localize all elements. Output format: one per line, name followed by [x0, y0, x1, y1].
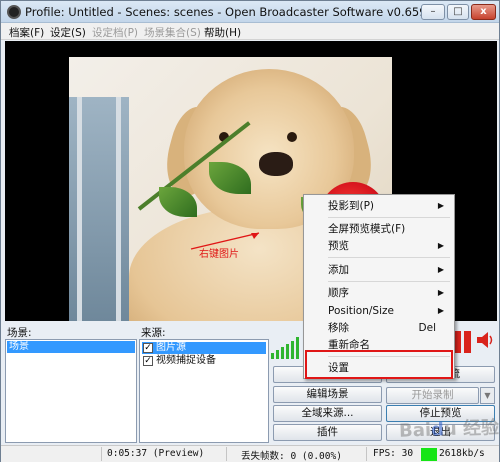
stream-health-indicator [421, 448, 437, 461]
menu-help[interactable]: 帮助(H) [204, 25, 241, 40]
volume-level-bar [464, 331, 471, 353]
scenes-list[interactable]: 场景 [5, 339, 137, 443]
global-sources-button[interactable]: 全域来源... [273, 405, 382, 422]
start-recording-button[interactable]: 开始录制 [386, 387, 479, 404]
dog-nose [259, 152, 293, 176]
ctx-position-size[interactable]: Position/Size ▶ [306, 302, 452, 320]
status-fps: FPS: 30 [373, 448, 414, 459]
status-bitrate: 2618kb/s [439, 448, 485, 459]
title-bar[interactable]: Profile: Untitled - Scenes: scenes - Ope… [1, 1, 499, 23]
status-dropped-frames: 丢失帧数: 0 (0.00%) [241, 451, 342, 462]
obs-window: Profile: Untitled - Scenes: scenes - Ope… [0, 0, 500, 462]
source-label: 图片源 [156, 342, 186, 353]
checkbox-checked-icon[interactable]: ✓ [143, 356, 153, 366]
obs-logo-icon [7, 5, 21, 19]
status-time: 0:05:37 (Preview) [107, 448, 205, 459]
ctx-preview[interactable]: 预览 ▶ [306, 237, 452, 255]
audio-meter [271, 331, 301, 359]
ctx-project-to[interactable]: 投影到(P) ▶ [306, 197, 452, 215]
minimize-button[interactable]: – [421, 4, 445, 20]
close-button[interactable]: x [471, 4, 496, 20]
source-label: 视频捕捉设备 [156, 355, 216, 366]
source-item-image[interactable]: ✓ 图片源 [142, 342, 266, 354]
annotation-text: 右键图片 [199, 249, 239, 260]
sources-list[interactable]: ✓ 图片源 ✓ 视频捕捉设备 [139, 339, 269, 443]
source-item-video-capture[interactable]: ✓ 视频捕捉设备 [142, 355, 216, 367]
speaker-icon[interactable] [475, 329, 495, 351]
ctx-fullscreen-preview[interactable]: 全屏预览模式(F) [306, 220, 452, 238]
menu-settings[interactable]: 设定(S) [50, 25, 86, 40]
menu-scene-collection[interactable]: 场景集合(S) [144, 25, 201, 40]
submenu-arrow-icon: ▶ [437, 241, 444, 250]
submenu-arrow-icon: ▶ [437, 288, 444, 297]
window-backdrop [69, 97, 129, 321]
menu-profiles[interactable]: 设定档(P) [92, 25, 138, 40]
window-title: Profile: Untitled - Scenes: scenes - Ope… [25, 5, 434, 19]
plugins-button[interactable]: 插件 [273, 424, 382, 441]
sources-label: 来源: [141, 327, 166, 339]
ctx-remove[interactable]: 移除 Del [306, 319, 452, 337]
submenu-arrow-icon: ▶ [437, 201, 444, 210]
watermark-logo: Baidu 经验 [398, 417, 500, 442]
volume-level-bar [454, 331, 461, 353]
ctx-add[interactable]: 添加 ▶ [306, 261, 452, 279]
scenes-label: 场景: [7, 327, 32, 339]
scene-item[interactable]: 场景 [7, 341, 135, 353]
highlight-annotation-box [305, 350, 453, 379]
ctx-order[interactable]: 顺序 ▶ [306, 284, 452, 302]
submenu-arrow-icon: ▶ [437, 306, 444, 315]
chevron-down-icon[interactable]: ▼ [480, 387, 495, 404]
maximize-button[interactable]: □ [447, 4, 469, 20]
status-bar: 0:05:37 (Preview) 丢失帧数: 0 (0.00%) FPS: 3… [1, 445, 499, 462]
menu-bar: 档案(F) 设定(S) 设定档(P) 场景集合(S) 帮助(H) [1, 23, 499, 40]
submenu-arrow-icon: ▶ [437, 265, 444, 274]
edit-scene-button[interactable]: 编辑场景 [273, 386, 382, 403]
menu-file[interactable]: 档案(F) [9, 25, 44, 40]
checkbox-checked-icon[interactable]: ✓ [143, 343, 153, 353]
